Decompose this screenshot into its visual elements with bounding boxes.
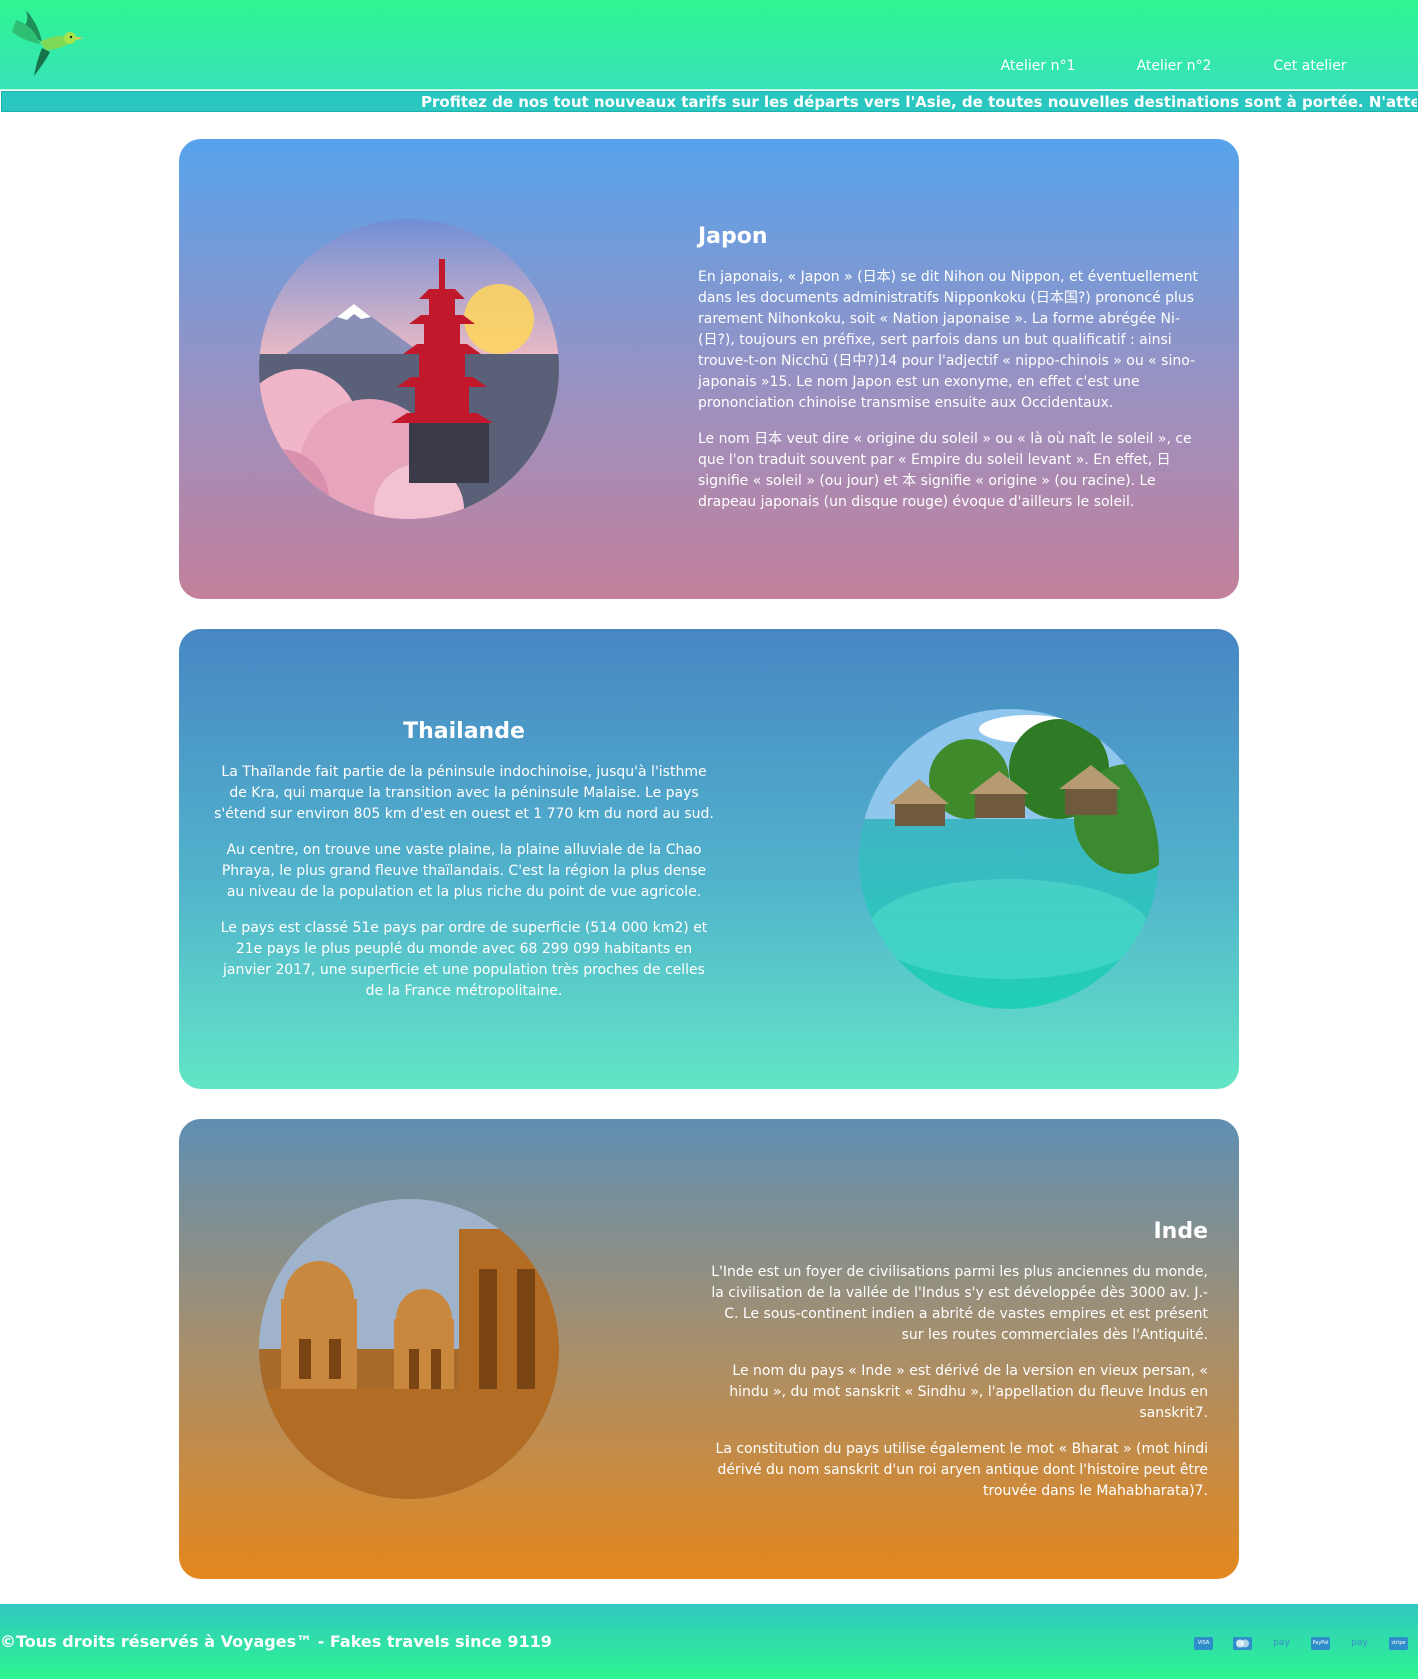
site-header: Atelier n°1 Atelier n°2 Cet atelier bbox=[0, 0, 1418, 90]
card-inde: Inde L'Inde est un foyer de civilisation… bbox=[179, 1119, 1239, 1579]
site-footer: ©Tous droits réservés à Voyages™ - Fakes… bbox=[0, 1604, 1418, 1679]
amazon-pay-icon: pay bbox=[1273, 1638, 1290, 1648]
bird-logo-icon[interactable] bbox=[6, 2, 86, 78]
inde-paragraph-3: La constitution du pays utilise égalemen… bbox=[715, 1441, 1208, 1499]
nav-item-atelier-2[interactable]: Atelier n°2 bbox=[1106, 58, 1242, 74]
thailande-photo bbox=[859, 709, 1159, 1009]
inde-paragraph-1: L'Inde est un foyer de civilisations par… bbox=[711, 1264, 1208, 1343]
apple-pay-icon: pay bbox=[1351, 1638, 1368, 1648]
japon-title: Japon bbox=[698, 224, 768, 249]
card-thailande: Thailande La Thaïlande fait partie de la… bbox=[179, 629, 1239, 1089]
nav-item-cet-atelier[interactable]: Cet atelier bbox=[1242, 58, 1378, 74]
thailande-paragraph-2: Au centre, on trouve une vaste plaine, l… bbox=[221, 842, 707, 900]
thailande-text: Thailande La Thaïlande fait partie de la… bbox=[214, 719, 714, 1017]
thailande-paragraph-3: Le pays est classé 51e pays par ordre de… bbox=[220, 920, 708, 999]
main-nav: Atelier n°1 Atelier n°2 Cet atelier bbox=[970, 58, 1378, 74]
thailande-title: Thailande bbox=[403, 719, 525, 744]
japon-text: Japon En japonais, « Japon » (日本) se dit… bbox=[698, 224, 1208, 528]
paypal-icon: PayPal bbox=[1311, 1637, 1330, 1650]
thailande-paragraph-1: La Thaïlande fait partie de la péninsule… bbox=[214, 764, 714, 822]
inde-title: Inde bbox=[1153, 1219, 1208, 1244]
promo-ticker: Profitez de nos tout nouveaux tarifs sur… bbox=[1, 91, 1418, 112]
japon-photo bbox=[259, 219, 559, 519]
stripe-icon: stripe bbox=[1389, 1637, 1408, 1650]
inde-photo bbox=[259, 1199, 559, 1499]
visa-icon: VISA bbox=[1194, 1637, 1213, 1650]
japon-paragraph-2: Le nom 日本 veut dire « origine du soleil … bbox=[698, 431, 1192, 510]
mastercard-icon bbox=[1233, 1637, 1252, 1650]
copyright-text: ©Tous droits réservés à Voyages™ - Fakes… bbox=[0, 1632, 552, 1651]
nav-item-atelier-1[interactable]: Atelier n°1 bbox=[970, 58, 1106, 74]
inde-paragraph-2: Le nom du pays « Inde » est dérivé de la… bbox=[729, 1363, 1208, 1421]
card-japon: Japon En japonais, « Japon » (日本) se dit… bbox=[179, 139, 1239, 599]
japon-paragraph-1: En japonais, « Japon » (日本) se dit Nihon… bbox=[698, 269, 1198, 411]
promo-ticker-text: Profitez de nos tout nouveaux tarifs sur… bbox=[421, 93, 1417, 111]
inde-text: Inde L'Inde est un foyer de civilisation… bbox=[698, 1219, 1208, 1517]
payment-icons: VISA pay PayPal pay stripe bbox=[1194, 1637, 1408, 1650]
